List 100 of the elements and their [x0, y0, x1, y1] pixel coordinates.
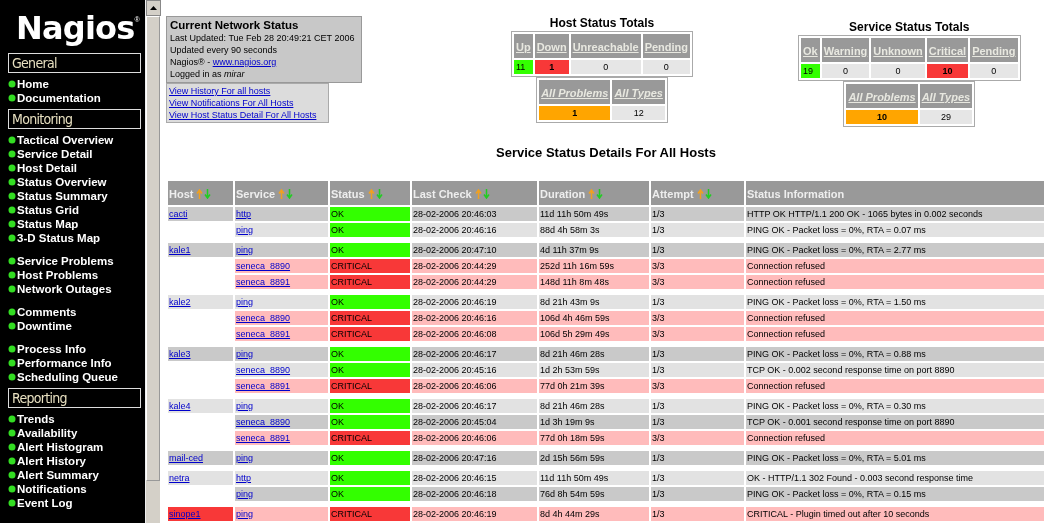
nav-link[interactable]: Network Outages [17, 282, 112, 296]
nav-link[interactable]: Downtime [17, 319, 72, 333]
sort-arrows-icon[interactable] [696, 189, 713, 199]
nav-link[interactable]: Process Info [17, 342, 87, 356]
host-link[interactable]: netra [169, 473, 190, 483]
status-cell: OK [330, 363, 410, 377]
service-link[interactable]: ping [236, 509, 253, 519]
service-link[interactable]: ping [236, 489, 253, 499]
count-cell: 0 [970, 64, 1018, 78]
count-cell: 1 [534, 60, 569, 74]
host-link[interactable]: kale2 [169, 297, 191, 307]
nav-link[interactable]: Host Problems [17, 268, 99, 282]
table-cell: 8d 21h 46m 28s [539, 399, 649, 413]
status-cell: OK [330, 295, 410, 309]
panel-title: Current Network Status [170, 19, 300, 32]
nav-link[interactable]: Status Grid [17, 203, 79, 217]
nav-link[interactable]: Event Log [17, 496, 73, 510]
table-title: Service Status Details For All Hosts [495, 145, 717, 161]
service-link[interactable]: ping [236, 401, 253, 411]
nav-link[interactable]: Home [17, 77, 49, 91]
sort-arrows-icon[interactable] [588, 189, 605, 199]
table-cell: TCP OK - 0.001 second response time on port 8890 [746, 415, 1044, 429]
status-cell: OK [330, 243, 410, 257]
nav-link[interactable]: Status Summary [17, 189, 108, 203]
service-link[interactable]: http [236, 209, 251, 219]
view-link[interactable]: View Notifications For All Hosts [169, 97, 326, 109]
service-link[interactable]: seneca_8891 [236, 277, 291, 287]
table-cell: Connection refused [746, 379, 1044, 393]
nav-link[interactable]: Scheduling Queue [17, 370, 118, 384]
sort-arrows-icon[interactable] [196, 189, 213, 199]
service-link[interactable]: seneca_8890 [236, 313, 291, 323]
nav-link[interactable]: Host Detail [17, 161, 78, 175]
scroll-up-icon[interactable] [146, 0, 161, 16]
nav-link[interactable]: Tactical Overview [17, 133, 114, 147]
bullet-icon [8, 499, 16, 507]
host-link[interactable]: cacti [169, 209, 188, 219]
service-link[interactable]: ping [236, 245, 253, 255]
service-link[interactable]: seneca_8890 [236, 417, 291, 427]
service-link[interactable]: http [236, 473, 251, 483]
table-cell: 2d 15h 56m 59s [539, 451, 649, 465]
scroll-thumb[interactable] [146, 16, 160, 481]
table-cell: PING OK - Packet loss = 0%, RTA = 0.30 ms [746, 399, 1044, 413]
service-link[interactable]: seneca_8890 [236, 365, 291, 375]
nav-link[interactable]: Service Problems [17, 254, 114, 268]
panel-text: Last Updated: Tue Feb 28 20:49:21 CET 2006 [170, 32, 356, 44]
nav-link[interactable]: Availability [17, 426, 78, 440]
service-link[interactable]: ping [236, 297, 253, 307]
sort-arrows-icon[interactable] [278, 189, 295, 199]
service-link[interactable]: seneca_8891 [236, 329, 291, 339]
column-label: Duration [540, 188, 586, 200]
view-link[interactable]: View History For all hosts [169, 85, 326, 97]
host-link[interactable]: kale3 [169, 349, 191, 359]
table-cell: 28-02-2006 20:47:10 [412, 243, 537, 257]
nav-link[interactable]: Trends [17, 412, 55, 426]
table-cell: Connection refused [746, 311, 1044, 325]
table-cell: 1/3 [651, 223, 744, 237]
service-link[interactable]: ping [236, 225, 253, 235]
nav-link[interactable]: Alert Histogram [17, 440, 104, 454]
nav-link[interactable]: Service Detail [17, 147, 93, 161]
service-link[interactable]: seneca_8891 [236, 381, 291, 391]
nav-link[interactable]: Comments [17, 305, 77, 319]
service-link[interactable]: ping [236, 349, 253, 359]
table-cell: 28-02-2006 20:46:19 [412, 507, 537, 521]
count-cell: 0 [871, 64, 925, 78]
count-cell: 1 [539, 106, 611, 120]
count-cell: 11 [514, 60, 533, 74]
host-link[interactable]: mail-ced [169, 453, 203, 463]
service-link[interactable]: ping [236, 453, 253, 463]
nav-link[interactable]: Status Overview [17, 175, 107, 189]
table-cell: 28-02-2006 20:46:16 [412, 223, 537, 237]
table-cell: PING OK - Packet loss = 0%, RTA = 1.50 ms [746, 295, 1044, 309]
nav-link[interactable]: Performance Info [17, 356, 112, 370]
host-link[interactable]: kale1 [169, 245, 191, 255]
bullet-icon [8, 271, 16, 279]
table-cell: 1d 3h 19m 9s [539, 415, 649, 429]
table-cell: 3/3 [651, 275, 744, 289]
scrollbar[interactable] [145, 0, 160, 523]
count-cell: 10 [926, 64, 969, 78]
count-cell: 12 [612, 106, 665, 120]
nav-link[interactable]: Notifications [17, 482, 87, 496]
status-cell: OK [330, 223, 410, 237]
sort-arrows-icon[interactable] [474, 189, 491, 199]
service-link[interactable]: seneca_8890 [236, 261, 291, 271]
nav-link[interactable]: 3-D Status Map [17, 231, 101, 245]
bullet-icon [8, 206, 16, 214]
view-link[interactable]: View Host Status Detail For All Hosts [169, 109, 326, 121]
table-cell: 1/3 [651, 207, 744, 221]
table-cell: 3/3 [651, 379, 744, 393]
service-link[interactable]: seneca_8891 [236, 433, 291, 443]
count-cell: 10 [846, 110, 918, 124]
nav-link[interactable]: Documentation [17, 91, 101, 105]
sort-arrows-icon[interactable] [367, 189, 384, 199]
nav-link[interactable]: Alert History [17, 454, 87, 468]
table-cell: PING OK - Packet loss = 0%, RTA = 0.15 ms [746, 487, 1044, 501]
site-link[interactable]: www.nagios.org [212, 56, 277, 68]
bullet-icon [8, 429, 16, 437]
status-cell: OK [330, 347, 410, 361]
host-link[interactable]: kale4 [169, 401, 191, 411]
nav-link[interactable]: Alert Summary [17, 468, 99, 482]
nav-link[interactable]: Status Map [17, 217, 79, 231]
